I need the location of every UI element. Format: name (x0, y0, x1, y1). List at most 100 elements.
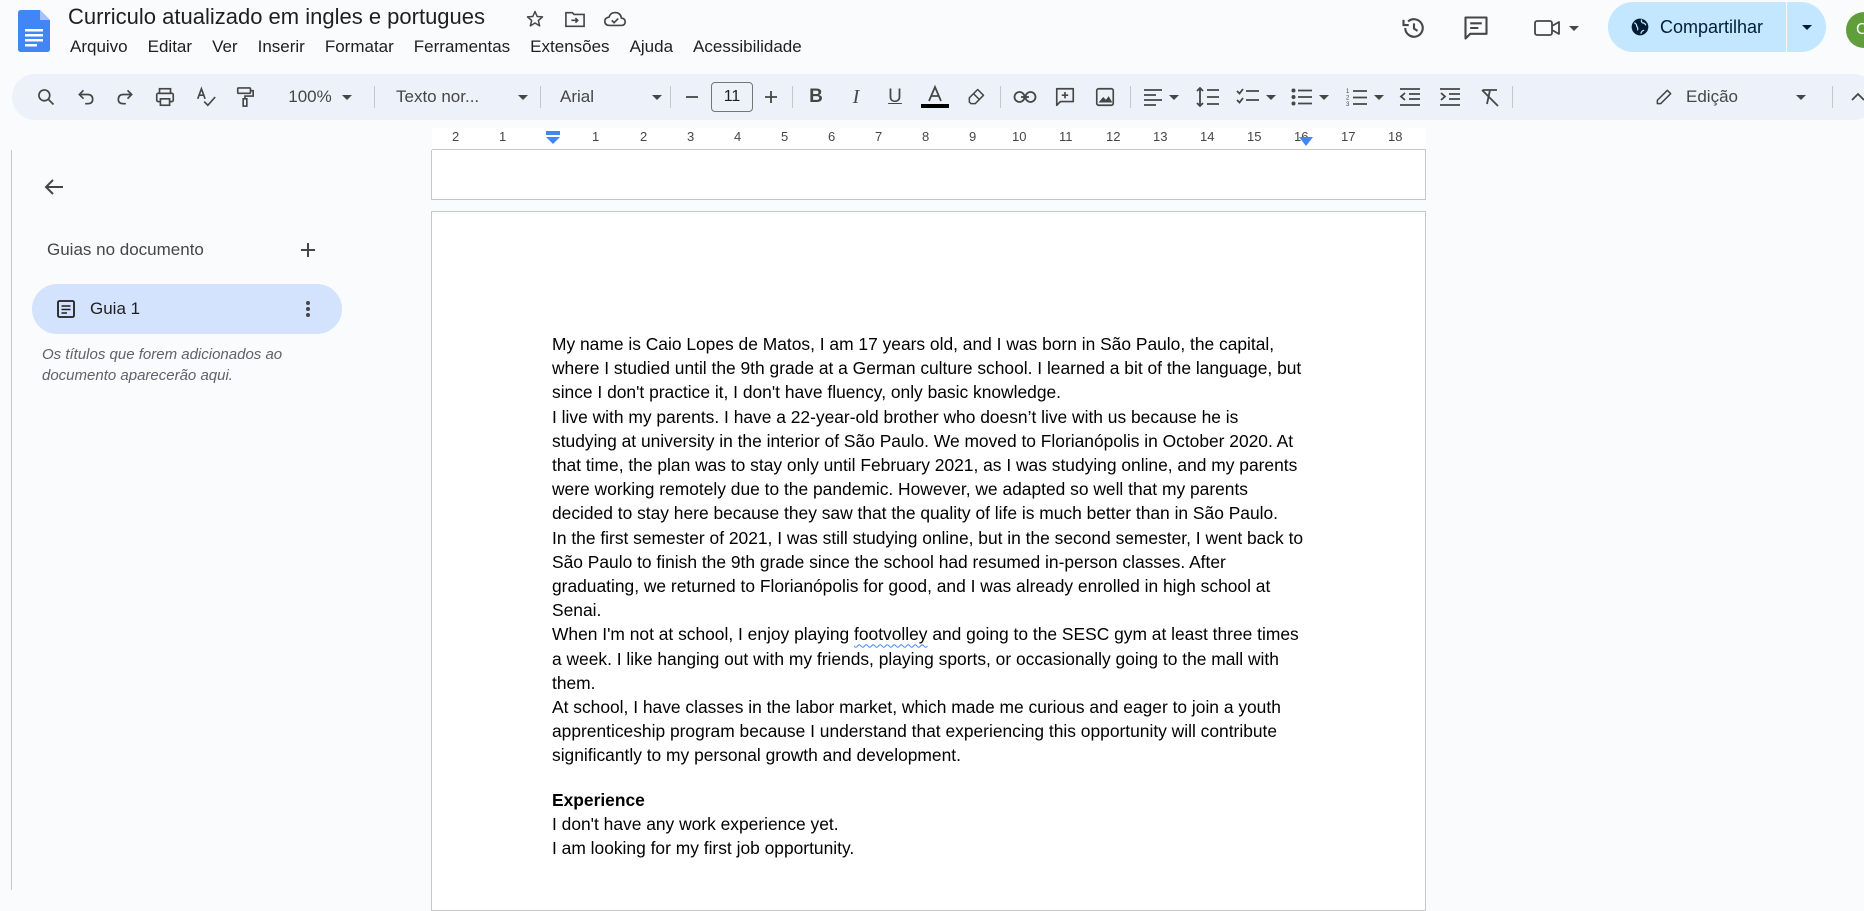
svg-text:3: 3 (1346, 102, 1350, 107)
paragraph-style-select[interactable]: Texto nor... (384, 74, 532, 120)
bold-icon[interactable]: B (800, 74, 832, 120)
misspelled-word[interactable]: footvolley (854, 624, 927, 644)
zoom-value: 100% (288, 87, 332, 106)
undo-icon[interactable] (70, 74, 102, 120)
zoom-caret-icon (341, 94, 352, 100)
globe-icon (1631, 18, 1649, 36)
search-menus-icon[interactable] (30, 74, 62, 120)
highlight-color-icon[interactable] (960, 74, 992, 120)
increase-indent-icon[interactable] (1434, 74, 1466, 120)
text-run: When I'm not at school, I enjoy playing (552, 624, 855, 645)
comments-icon[interactable] (1456, 8, 1496, 48)
menu-inserir[interactable]: Inserir (248, 36, 315, 58)
meet-icon[interactable] (1526, 8, 1586, 48)
right-indent-marker-icon[interactable] (1299, 137, 1313, 147)
left-indent-marker-icon[interactable] (545, 131, 561, 145)
ruler-label: 2 (452, 129, 460, 144)
add-comment-icon[interactable] (1048, 74, 1082, 120)
ruler-label: 1 (499, 129, 507, 144)
checklist-icon[interactable] (1232, 74, 1280, 120)
menu-extensoes[interactable]: Extensões (520, 36, 619, 58)
tab-label: Guia 1 (90, 299, 141, 318)
decrease-font-size-icon[interactable] (678, 74, 706, 120)
font-size-input[interactable]: 11 (709, 74, 755, 120)
font-select[interactable]: Arial (548, 74, 666, 120)
guides-title: Guias no documento (47, 240, 204, 259)
ruler-label: 10 (1012, 129, 1027, 144)
editing-mode-label: Edição (1686, 87, 1738, 106)
document-tab-icon (57, 300, 75, 318)
ruler-label: 5 (781, 129, 789, 144)
font-size-value: 11 (723, 88, 741, 105)
pencil-icon (1656, 89, 1672, 105)
menu-arquivo[interactable]: Arquivo (60, 36, 138, 58)
ruler-label: 11 (1059, 129, 1073, 144)
paragraph-motivation[interactable]: At school, I have classes in the labor m… (552, 695, 1304, 768)
share-options-icon[interactable] (1787, 24, 1826, 30)
editing-mode-select[interactable]: Edição (1642, 74, 1812, 120)
collapse-toolbar-icon[interactable] (1846, 74, 1864, 120)
ruler-label: 14 (1200, 129, 1215, 144)
menu-ver[interactable]: Ver (202, 36, 248, 58)
share-label: Compartilhar (1660, 16, 1764, 37)
bulleted-list-icon[interactable] (1286, 74, 1334, 120)
version-history-icon[interactable] (1394, 8, 1434, 48)
paragraph-looking[interactable]: I am looking for my first job opportunit… (552, 836, 1304, 860)
paragraph-intro[interactable]: My name is Caio Lopes de Matos, I am 17 … (552, 332, 1304, 405)
formatting-toolbar: 100% Texto nor... Arial 11 B I U 1 2 3 E… (12, 74, 1864, 120)
move-folder-icon[interactable] (562, 6, 588, 32)
tab-guia-1[interactable]: Guia 1 (32, 284, 342, 334)
menu-ferramentas[interactable]: Ferramentas (404, 36, 520, 58)
menu-acessibilidade[interactable]: Acessibilidade (683, 36, 812, 58)
paragraph-family[interactable]: I live with my parents. I have a 22-year… (552, 405, 1304, 526)
guides-hint: Os títulos que forem adicionados ao docu… (42, 346, 283, 384)
spellcheck-icon[interactable] (190, 74, 222, 120)
redo-icon[interactable] (109, 74, 141, 120)
ruler-label: 7 (875, 129, 883, 144)
cloud-saved-icon[interactable] (602, 6, 628, 32)
text-color-icon[interactable] (918, 74, 952, 120)
decrease-indent-icon[interactable] (1394, 74, 1426, 120)
clear-formatting-icon[interactable] (1474, 74, 1506, 120)
italic-icon[interactable]: I (840, 74, 872, 120)
ruler-label: 3 (687, 129, 695, 144)
star-icon[interactable] (522, 6, 548, 32)
align-icon[interactable] (1138, 74, 1184, 120)
print-icon[interactable] (149, 74, 181, 120)
experience-heading[interactable]: Experience (552, 788, 1304, 812)
vertical-ruler[interactable] (0, 150, 12, 890)
line-spacing-icon[interactable] (1190, 74, 1226, 120)
menu-formatar[interactable]: Formatar (315, 36, 404, 58)
document-body[interactable]: My name is Caio Lopes de Matos, I am 17 … (552, 332, 1304, 860)
share-button[interactable]: Compartilhar (1608, 2, 1826, 52)
zoom-select[interactable]: 100% (274, 74, 366, 120)
horizontal-ruler[interactable]: 2 1 1 2 3 4 5 6 7 8 9 10 11 12 13 14 15 … (432, 128, 1426, 150)
docs-logo-icon[interactable] (18, 10, 50, 52)
document-title[interactable]: Curriculo atualizado em ingles e portugu… (68, 4, 485, 30)
numbered-list-icon[interactable]: 123 (1340, 74, 1390, 120)
add-tab-icon[interactable] (296, 238, 320, 262)
ruler-label: 8 (922, 129, 930, 144)
underline-icon[interactable]: U (879, 74, 911, 120)
back-arrow-icon[interactable] (40, 172, 70, 202)
meet-caret-icon (1569, 25, 1579, 31)
more-options-icon[interactable] (296, 297, 320, 321)
menu-editar[interactable]: Editar (138, 36, 202, 58)
paragraph-hobbies[interactable]: When I'm not at school, I enjoy playing … (552, 622, 1304, 695)
insert-image-icon[interactable] (1088, 74, 1122, 120)
previous-page[interactable] (431, 150, 1426, 200)
avatar[interactable]: C (1846, 12, 1864, 48)
svg-text:2: 2 (1346, 96, 1350, 102)
menu-bar: Arquivo Editar Ver Inserir Formatar Ferr… (60, 36, 812, 58)
insert-link-icon[interactable] (1008, 74, 1042, 120)
ruler-label: 4 (734, 129, 742, 144)
top-bar: Curriculo atualizado em ingles e portugu… (0, 0, 1864, 66)
menu-ajuda[interactable]: Ajuda (620, 36, 683, 58)
paragraph-school[interactable]: In the first semester of 2021, I was sti… (552, 526, 1304, 623)
increase-font-size-icon[interactable] (757, 74, 785, 120)
paragraph-experience[interactable]: I don't have any work experience yet. (552, 812, 1304, 836)
paint-format-icon[interactable] (229, 74, 261, 120)
style-caret-icon (518, 94, 528, 100)
ruler-label: 9 (969, 129, 977, 144)
ruler-label: 15 (1247, 129, 1262, 144)
